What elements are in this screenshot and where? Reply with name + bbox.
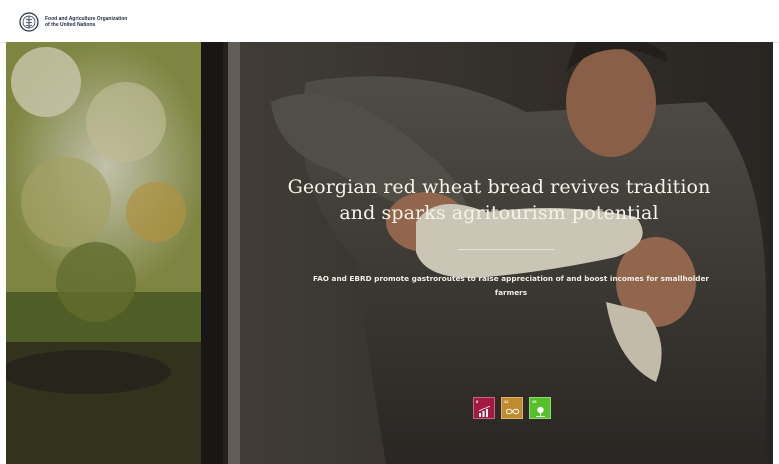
org-name-line2: of the United Nations [45, 22, 96, 28]
title-divider [458, 249, 554, 250]
sdg-12-number: 12 [504, 399, 509, 404]
sdg-15-icon[interactable]: 15 [529, 397, 551, 419]
article-subtitle: FAO and EBRD promote gastroroutes to rai… [306, 272, 716, 300]
sdg-15-number: 15 [532, 399, 537, 404]
tree-icon [536, 406, 545, 417]
growth-chart-icon [478, 406, 491, 417]
site-header: Food and Agriculture Organization of the… [0, 0, 779, 43]
title-line-2: and sparks agritourism potential [339, 202, 659, 224]
sdg-8-icon[interactable]: 8 [473, 397, 495, 419]
sdg-icons: 8 12 15 [473, 397, 551, 419]
fao-emblem-icon [19, 12, 39, 32]
hero-overlay [6, 42, 773, 464]
subtitle-line-2: farmers [494, 288, 528, 297]
fao-logo[interactable]: Food and Agriculture Organization of the… [19, 12, 127, 32]
hero-banner: Georgian red wheat bread revives traditi… [6, 42, 773, 464]
fao-logo-text: Food and Agriculture Organization of the… [45, 16, 127, 29]
title-line-1: Georgian red wheat bread revives traditi… [287, 176, 711, 198]
subtitle-line-1: FAO and EBRD promote gastroroutes to rai… [312, 274, 709, 283]
infinity-icon [506, 408, 519, 415]
sdg-12-icon[interactable]: 12 [501, 397, 523, 419]
article-title: Georgian red wheat bread revives traditi… [256, 174, 742, 226]
sdg-8-number: 8 [476, 399, 479, 404]
